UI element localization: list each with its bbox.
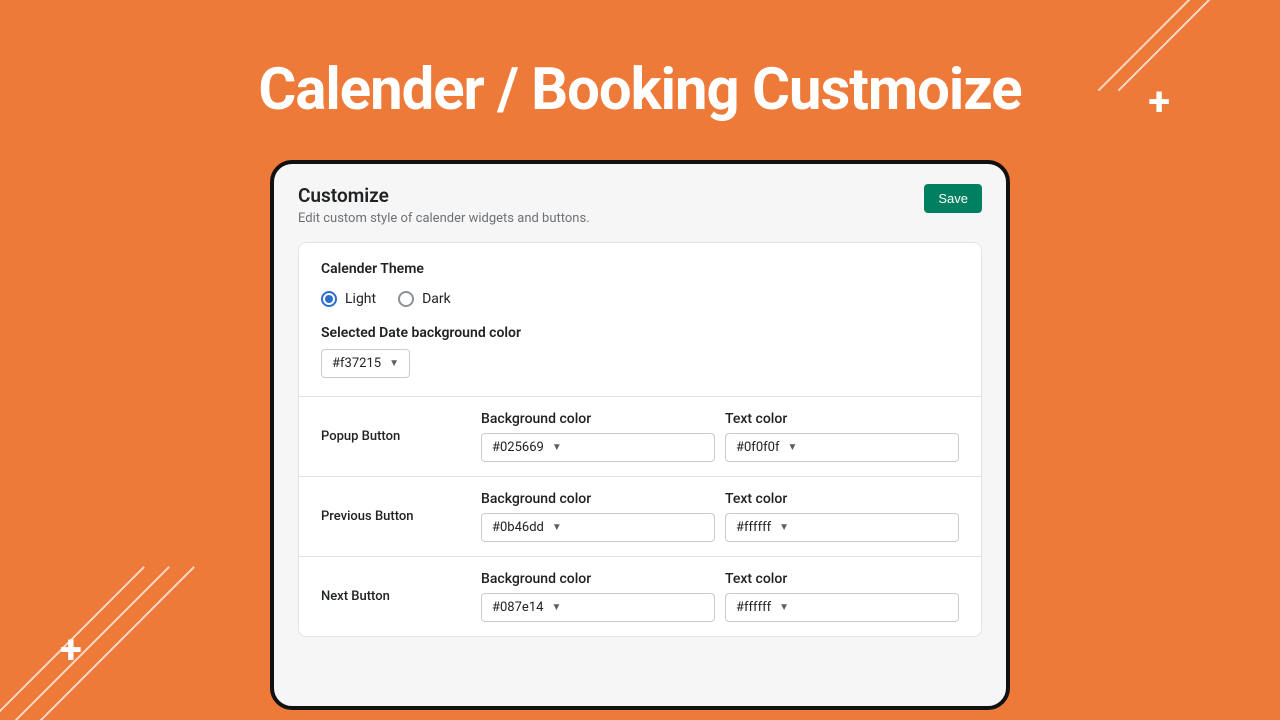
caret-down-icon: ▼ [552, 522, 562, 533]
page-title: Customize [298, 184, 590, 207]
previous-button-heading: Previous Button [321, 509, 471, 524]
theme-section: Calender Theme Light Dark Selected Date … [299, 243, 981, 396]
color-value: #ffffff [736, 600, 771, 615]
next-bg-color-picker[interactable]: #087e14 ▼ [481, 593, 715, 622]
settings-card: Calender Theme Light Dark Selected Date … [298, 242, 982, 637]
color-value: #ffffff [736, 520, 771, 535]
next-button-heading: Next Button [321, 589, 471, 604]
page-subtitle: Edit custom style of calender widgets an… [298, 211, 590, 226]
caret-down-icon: ▼ [389, 358, 399, 369]
previous-text-color-picker[interactable]: #ffffff ▼ [725, 513, 959, 542]
theme-radio-group: Light Dark [321, 291, 959, 307]
next-text-color-picker[interactable]: #ffffff ▼ [725, 593, 959, 622]
radio-label: Dark [422, 291, 451, 307]
caret-down-icon: ▼ [552, 442, 562, 453]
color-value: #087e14 [492, 600, 543, 615]
caret-down-icon: ▼ [779, 602, 789, 613]
theme-option-light[interactable]: Light [321, 291, 376, 307]
app-window: Customize Edit custom style of calender … [270, 160, 1010, 710]
text-color-label: Text color [725, 411, 959, 427]
save-button[interactable]: Save [924, 184, 982, 213]
next-button-section: Next Button Background color #087e14 ▼ T… [299, 556, 981, 636]
caret-down-icon: ▼ [551, 602, 561, 613]
page-header: Customize Edit custom style of calender … [298, 184, 982, 226]
caret-down-icon: ▼ [787, 442, 797, 453]
selected-date-bg-picker[interactable]: #f37215 ▼ [321, 349, 410, 378]
bg-color-label: Background color [481, 411, 715, 427]
plus-icon: + [60, 630, 82, 670]
color-value: #f37215 [332, 356, 381, 371]
color-value: #025669 [492, 440, 544, 455]
caret-down-icon: ▼ [779, 522, 789, 533]
text-color-label: Text color [725, 571, 959, 587]
radio-icon [398, 291, 414, 307]
theme-option-dark[interactable]: Dark [398, 291, 451, 307]
popup-button-heading: Popup Button [321, 429, 471, 444]
color-value: #0b46dd [492, 520, 544, 535]
color-value: #0f0f0f [736, 440, 779, 455]
previous-button-section: Previous Button Background color #0b46dd… [299, 476, 981, 556]
bg-color-label: Background color [481, 571, 715, 587]
hero-title: Calender / Booking Custmoize [0, 56, 1280, 124]
popup-button-section: Popup Button Background color #025669 ▼ … [299, 396, 981, 476]
decoration-lines-bottom-left [0, 500, 260, 720]
bg-color-label: Background color [481, 491, 715, 507]
radio-label: Light [345, 291, 376, 307]
text-color-label: Text color [725, 491, 959, 507]
previous-bg-color-picker[interactable]: #0b46dd ▼ [481, 513, 715, 542]
popup-text-color-picker[interactable]: #0f0f0f ▼ [725, 433, 959, 462]
popup-bg-color-picker[interactable]: #025669 ▼ [481, 433, 715, 462]
radio-icon [321, 291, 337, 307]
theme-section-label: Calender Theme [321, 261, 959, 277]
selected-date-bg-label: Selected Date background color [321, 325, 959, 341]
